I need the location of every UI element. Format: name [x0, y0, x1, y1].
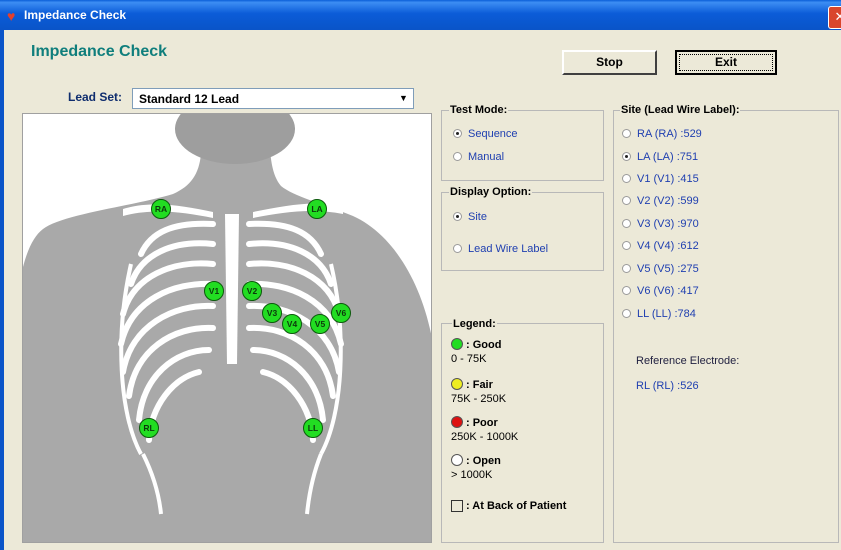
radio-dot: [453, 212, 462, 221]
site-option-v2[interactable]: V2 (V2) :599: [622, 195, 699, 207]
site-option-label: LL (LL) :784: [637, 308, 696, 320]
radio-dot: [622, 241, 631, 250]
lead-set-dropdown[interactable]: Standard 12 Lead ▼: [132, 88, 414, 109]
page-title: Impedance Check: [31, 43, 168, 60]
radio-site-label: Site: [468, 211, 487, 223]
chevron-down-icon[interactable]: ▼: [396, 91, 411, 106]
site-option-v4[interactable]: V4 (V4) :612: [622, 240, 699, 252]
test-mode-title: Test Mode:: [449, 104, 509, 116]
stop-button[interactable]: Stop: [562, 50, 657, 75]
close-button[interactable]: ✕: [828, 6, 841, 29]
radio-lead-wire-label[interactable]: Lead Wire Label: [453, 243, 548, 255]
title-bar: ♥ Impedance Check ✕: [0, 0, 841, 30]
display-option-group: [441, 192, 604, 271]
radio-dot: [622, 286, 631, 295]
electrode-v1[interactable]: V1: [204, 281, 224, 301]
app-heart-icon: ♥: [7, 8, 16, 24]
legend-fair-dot: [451, 378, 463, 390]
legend-open-range: > 1000K: [451, 469, 493, 481]
legend-open-dot: [451, 454, 463, 466]
legend-poor-label: : Poor: [466, 417, 498, 429]
torso-diagram: RA LA V1 V2 V3 V4 V5 V6 RL LL: [22, 113, 432, 543]
radio-dot: [622, 129, 631, 138]
radio-sequence-label: Sequence: [468, 128, 518, 140]
legend-fair-range: 75K - 250K: [451, 393, 507, 405]
site-option-v5[interactable]: V5 (V5) :275: [622, 263, 699, 275]
electrode-la[interactable]: LA: [307, 199, 327, 219]
legend-poor-dot: [451, 416, 463, 428]
lead-set-label: Lead Set:: [68, 90, 123, 104]
electrode-v2[interactable]: V2: [242, 281, 262, 301]
electrode-v6[interactable]: V6: [331, 303, 351, 323]
radio-dot: [622, 174, 631, 183]
legend-good-range: 0 - 75K: [451, 353, 487, 365]
lead-set-value: Standard 12 Lead: [139, 92, 240, 106]
legend-good-dot: [451, 338, 463, 350]
site-option-la[interactable]: LA (LA) :751: [622, 151, 698, 163]
electrode-ra[interactable]: RA: [151, 199, 171, 219]
legend-back-box: [451, 500, 463, 512]
reference-electrode-value: RL (RL) :526: [636, 380, 699, 392]
radio-sequence[interactable]: Sequence: [453, 128, 518, 140]
torso-graphic: [23, 114, 431, 542]
radio-dot: [622, 309, 631, 318]
site-option-v3[interactable]: V3 (V3) :970: [622, 218, 699, 230]
site-option-label: V5 (V5) :275: [637, 263, 699, 275]
radio-site[interactable]: Site: [453, 211, 487, 223]
site-option-label: RA (RA) :529: [637, 128, 702, 140]
display-option-title: Display Option:: [449, 186, 533, 198]
electrode-v4[interactable]: V4: [282, 314, 302, 334]
site-option-ll[interactable]: LL (LL) :784: [622, 308, 696, 320]
site-option-ra[interactable]: RA (RA) :529: [622, 128, 702, 140]
site-title: Site (Lead Wire Label):: [620, 104, 741, 116]
legend-poor-range: 250K - 1000K: [451, 431, 519, 443]
electrode-v3[interactable]: V3: [262, 303, 282, 323]
radio-dot: [453, 152, 462, 161]
exit-button[interactable]: Exit: [675, 50, 777, 75]
legend-title: Legend:: [452, 318, 497, 330]
window-title: Impedance Check: [24, 8, 127, 22]
radio-dot: [622, 264, 631, 273]
radio-manual-label: Manual: [468, 151, 505, 163]
site-option-v6[interactable]: V6 (V6) :417: [622, 285, 699, 297]
radio-lead-wire-label-text: Lead Wire Label: [468, 243, 549, 255]
site-option-v1[interactable]: V1 (V1) :415: [622, 173, 699, 185]
electrode-v5[interactable]: V5: [310, 314, 330, 334]
electrode-ll[interactable]: LL: [303, 418, 323, 438]
radio-dot: [622, 152, 631, 161]
legend-back-label: : At Back of Patient: [466, 500, 567, 512]
site-option-label: V2 (V2) :599: [637, 195, 699, 207]
radio-dot: [622, 196, 631, 205]
site-option-label: V4 (V4) :612: [637, 240, 699, 252]
electrode-rl[interactable]: RL: [139, 418, 159, 438]
legend-open-label: : Open: [466, 455, 501, 467]
site-option-label: V6 (V6) :417: [637, 285, 699, 297]
test-mode-group: [441, 110, 604, 181]
radio-dot: [622, 219, 631, 228]
legend-fair-label: : Fair: [466, 379, 493, 391]
reference-electrode-label: Reference Electrode:: [636, 355, 740, 367]
site-option-label: V3 (V3) :970: [637, 218, 699, 230]
radio-manual[interactable]: Manual: [453, 151, 504, 163]
site-option-label: LA (LA) :751: [637, 151, 699, 163]
site-option-label: V1 (V1) :415: [637, 173, 699, 185]
radio-dot: [453, 129, 462, 138]
legend-good-label: : Good: [466, 339, 502, 351]
radio-dot: [453, 244, 462, 253]
